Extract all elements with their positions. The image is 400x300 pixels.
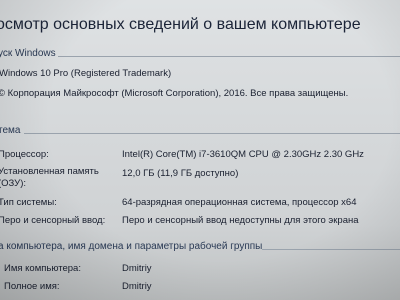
system-type-label: Тип системы: [0, 197, 57, 208]
processor-label: Процессор: [0, 149, 49, 160]
computer-name-header: а компьютера, имя домена и параметры раб… [0, 241, 263, 252]
page-title: осмотр основных сведений о вашем компьют… [0, 16, 361, 33]
system-properties-window: осмотр основных сведений о вашем компьют… [0, 0, 400, 300]
system-type-value: 64-разрядная операционная система, проце… [122, 197, 357, 208]
pen-touch-value: Перо и сенсорный ввод недоступны для это… [122, 215, 359, 226]
memory-label-ram: (ОЗУ): [0, 178, 27, 189]
section-divider [24, 133, 400, 134]
system-header: тема [0, 125, 21, 136]
section-divider [58, 56, 400, 57]
pen-touch-label: Перо и сенсорный ввод: [0, 215, 106, 226]
section-divider [262, 249, 400, 250]
full-name-value: Dmitriy [122, 281, 152, 292]
windows-edition-text: Windows 10 Pro (Registered Trademark) [0, 68, 172, 79]
computer-name-label: Имя компьютера: [4, 263, 81, 274]
full-name-label: Полное имя: [4, 281, 60, 292]
copyright-text: © Корпорация Майкрософт (Microsoft Corpo… [0, 88, 349, 99]
memory-value: 12,0 ГБ (11,9 ГБ доступно) [122, 168, 239, 179]
memory-label: Установленная память [0, 166, 99, 177]
computer-name-value: Dmitriy [122, 263, 152, 274]
processor-value: Intel(R) Core(TM) i7-3610QM CPU @ 2.30GH… [122, 149, 364, 160]
windows-edition-header: уск Windows [0, 48, 56, 59]
